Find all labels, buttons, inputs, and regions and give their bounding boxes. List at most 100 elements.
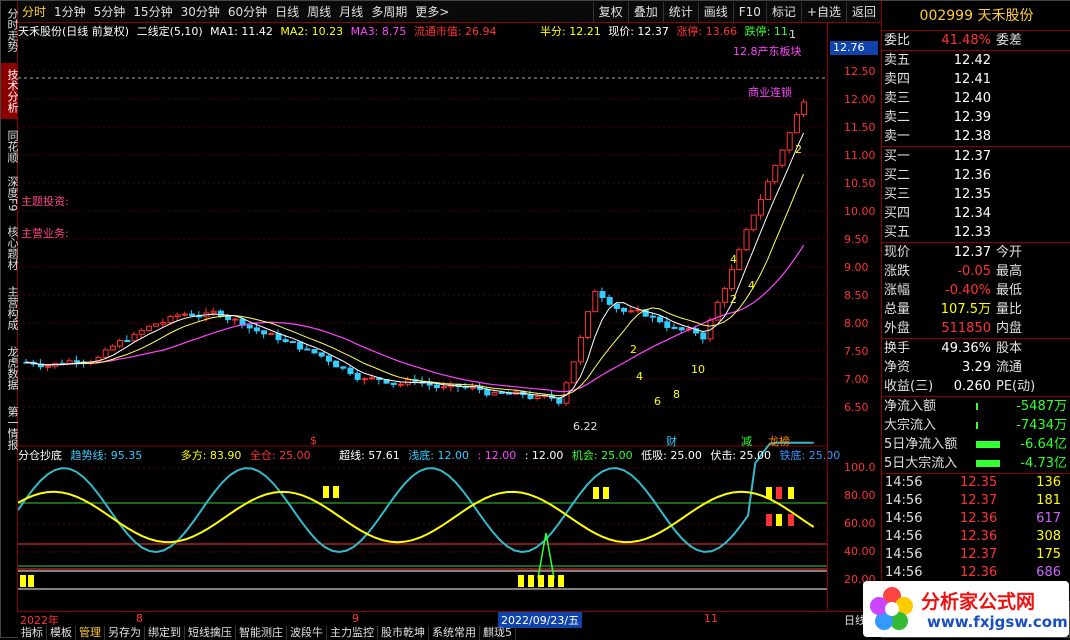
- period-tab[interactable]: 分时: [18, 2, 50, 22]
- price-axis: 12.50 12.00 11.50 11.00 10.50 10.00 9.50 9.00 8.…: [827, 23, 881, 611]
- price-tick: 12.00: [844, 93, 876, 106]
- tick-price: 12.35: [960, 475, 998, 490]
- price-tick: 8.50: [844, 289, 869, 302]
- sub-tick: 60.00: [844, 517, 876, 530]
- quote-value: 12.33: [953, 225, 991, 240]
- trading-window: 分时走势 技术分析 同花顺 深度F9 核心题材 主营构成 龙虎数据 第一情报 分…: [0, 0, 1070, 640]
- period-tab[interactable]: 多周期: [367, 2, 411, 22]
- order-ratio-row: 委比 41.48% 委差: [882, 31, 1070, 50]
- period-tab[interactable]: 1分钟: [50, 2, 90, 22]
- tick-time: 14:56: [885, 565, 923, 580]
- wave-marker-8: 8: [673, 388, 680, 401]
- stats2-list: 换手 49.36% 股本 净资 3.29 流通 收益(三) 0.260 PE(动): [882, 339, 1070, 396]
- quote-row: 卖二 12.39: [882, 108, 1070, 127]
- low-price-label: 6.22: [573, 420, 598, 433]
- flow-bar: [976, 441, 1000, 448]
- period-tab[interactable]: 15分钟: [129, 2, 176, 22]
- tick-price: 12.36: [960, 511, 998, 526]
- tick-volume: 181: [1036, 493, 1061, 508]
- price-tick: 10.50: [844, 177, 876, 190]
- flow-row: 5日净流入额 -6.64亿: [882, 435, 1070, 454]
- sidebar-item-business[interactable]: 主营构成: [1, 281, 19, 335]
- ratio-label: 委比: [884, 33, 911, 48]
- quote-value: 107.5万: [940, 302, 991, 317]
- tick-volume: 308: [1036, 529, 1061, 544]
- sub-tick: 100.0: [844, 461, 876, 474]
- sidebar-item-intel[interactable]: 第一情报: [1, 401, 19, 455]
- sub-indicator-name[interactable]: 分仓抄底: [18, 449, 62, 462]
- quote-row: 买五 12.33: [882, 223, 1070, 242]
- tick-row: 14:56 12.36 617: [882, 510, 1070, 528]
- logo-url: www.fxjgsw.com: [927, 613, 1068, 631]
- quote-row: 现价 12.37 今开: [882, 243, 1070, 262]
- sub-grid: [18, 467, 827, 553]
- tick-volume: 175: [1036, 547, 1061, 562]
- quote-label: 卖四: [884, 72, 911, 87]
- sidebar-item-depth[interactable]: 深度F9: [1, 173, 19, 215]
- flower-icon: [870, 587, 913, 630]
- ma2-line: [25, 173, 805, 397]
- price-tick: 11.50: [844, 121, 876, 134]
- quote-value: 3.29: [962, 360, 991, 375]
- ratio-value: 41.48%: [941, 33, 991, 48]
- price-tick: 7.00: [844, 373, 869, 386]
- quote-value: 511850: [941, 321, 991, 336]
- dragon-marker: 龙榜: [768, 435, 790, 448]
- quote-label: 收益(三): [884, 379, 934, 394]
- month-9: 9: [352, 612, 359, 625]
- watermark-logo: 分析家公式网 www.fxjgsw.com: [863, 581, 1069, 637]
- period-tab[interactable]: 60分钟: [224, 2, 271, 22]
- sidebar-item-dragon[interactable]: 龙虎数据: [1, 341, 19, 395]
- dollar-marker: $: [310, 434, 317, 447]
- price-tick: 9.50: [844, 233, 869, 246]
- stock-code: 002999: [919, 8, 973, 24]
- quote-label: 买一: [884, 149, 911, 164]
- sidebar-item-core[interactable]: 核心题材: [1, 221, 19, 275]
- sidebar-item-technical[interactable]: 技术分析: [1, 63, 19, 119]
- sidebar-item-ths[interactable]: 同花顺: [1, 125, 19, 167]
- price-tick: 12.50: [844, 65, 876, 78]
- quote-label: 净资: [884, 360, 911, 375]
- tick-row: 14:56 12.36 308: [882, 528, 1070, 546]
- kline-chart[interactable]: [18, 23, 827, 611]
- chart-area[interactable]: 天禾股份(日线 前复权) 二线定(5,10) MA1: 11.42 MA2: 1…: [18, 23, 840, 611]
- tool-tab[interactable]: +自选: [800, 2, 846, 22]
- logo-name: 分析家公式网: [921, 591, 1036, 613]
- price-tick: 7.50: [844, 345, 869, 358]
- wave-marker-2b: 2: [730, 293, 737, 306]
- flow-value: -4.73亿: [1020, 456, 1067, 471]
- period-tab[interactable]: 周线: [303, 2, 335, 22]
- quote-label: 卖三: [884, 91, 911, 106]
- tool-tab[interactable]: 复权: [592, 2, 628, 22]
- sidebar-item-timeshare[interactable]: 分时走势: [1, 3, 19, 57]
- quote-row: 涨幅 -0.40% 最低: [882, 281, 1070, 300]
- quote-label: 涨跌: [884, 264, 911, 279]
- quote-row: 换手 49.36% 股本: [882, 339, 1070, 358]
- flow-label: 净流入额: [884, 399, 937, 414]
- quote-label: 卖五: [884, 53, 911, 68]
- wave-marker-6: 6: [654, 395, 661, 408]
- period-tab[interactable]: 月线: [335, 2, 367, 22]
- quote-label: 卖一: [884, 129, 911, 144]
- tool-tab[interactable]: F10: [732, 2, 766, 22]
- tool-tab[interactable]: 返回: [845, 2, 881, 22]
- flow-label: 5日净流入额: [884, 437, 958, 452]
- flow-label: 5日大宗流入: [884, 456, 958, 471]
- tool-tab[interactable]: 标记: [765, 2, 801, 22]
- quote-label: 外盘: [884, 321, 911, 336]
- diff-label: 委差: [996, 33, 1023, 48]
- quote-label2: 量比: [996, 302, 1023, 317]
- period-tab[interactable]: 30分钟: [177, 2, 224, 22]
- period-tab[interactable]: 更多>: [411, 2, 453, 22]
- tool-tab[interactable]: 统计: [662, 2, 698, 22]
- quote-row: 买四 12.34: [882, 204, 1070, 223]
- period-tab[interactable]: 5分钟: [90, 2, 130, 22]
- period-tab[interactable]: 日线: [271, 2, 303, 22]
- tool-tab[interactable]: 叠加: [627, 2, 663, 22]
- bull-value: 多方: 83.90: [180, 449, 242, 462]
- tick-time: 14:56: [885, 493, 923, 508]
- tool-tab[interactable]: 画线: [697, 2, 733, 22]
- flow-row: 大宗流入 -7434万: [882, 416, 1070, 435]
- shallow-value: 浅底: 12.00: [408, 449, 470, 462]
- quote-row: 卖五 12.42: [882, 51, 1070, 70]
